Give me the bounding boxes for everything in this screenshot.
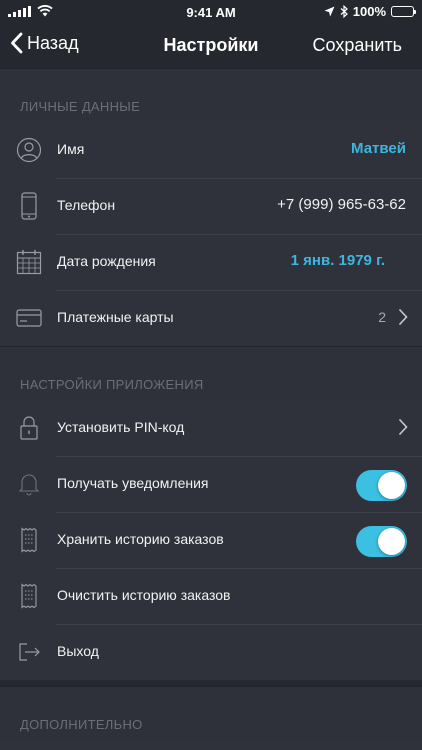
section-title-extra: ДОПОЛНИТЕЛЬНО [20, 717, 143, 732]
group-app: Установить PIN-код Получать уведомления [0, 400, 422, 680]
group-personal: Имя Матвей Телефон +7 (999) 965-63-62 Да… [0, 122, 422, 346]
battery-icon [391, 6, 416, 17]
phone-icon [15, 192, 43, 220]
row-logout[interactable]: Выход [0, 624, 422, 680]
keep-history-toggle[interactable] [356, 526, 407, 557]
row-notifications: Получать уведомления [0, 456, 422, 512]
user-icon [15, 136, 43, 164]
row-phone[interactable]: Телефон +7 (999) 965-63-62 [0, 178, 422, 234]
name-value: Матвей [351, 140, 406, 157]
section-header-personal: ЛИЧНЫЕ ДАННЫЕ [0, 68, 422, 122]
row-label-phone: Телефон [57, 197, 116, 213]
row-label-set-pin: Установить PIN-код [57, 419, 185, 435]
row-label-name: Имя [57, 141, 85, 157]
receipt-icon [15, 582, 43, 610]
bluetooth-icon [340, 5, 348, 18]
save-button[interactable]: Сохранить [313, 35, 402, 56]
notifications-toggle[interactable] [356, 470, 407, 501]
row-label-clear-history: Очистить историю заказов [57, 587, 231, 603]
status-right: 100% [324, 4, 416, 19]
row-name[interactable]: Имя Матвей [0, 122, 422, 178]
row-label-birthday: Дата рождения [57, 253, 156, 269]
bell-icon [15, 470, 43, 498]
card-icon [15, 304, 43, 332]
chevron-right-icon [398, 418, 408, 441]
back-label: Назад [27, 32, 79, 53]
chevron-right-icon [398, 308, 408, 331]
status-bar: 9:41 AM 100% [0, 0, 422, 24]
row-label-logout: Выход [57, 643, 99, 659]
birthday-value: 1 янв. 1979 г. [290, 252, 385, 269]
row-label-notifications: Получать уведомления [57, 475, 209, 491]
cards-count: 2 [378, 309, 386, 325]
row-label-keep-history: Хранить историю заказов [57, 531, 224, 547]
logout-icon [15, 638, 43, 666]
section-title-app: НАСТРОЙКИ ПРИЛОЖЕНИЯ [20, 377, 204, 392]
chevron-left-icon [11, 32, 23, 54]
section-title-personal: ЛИЧНЫЕ ДАННЫЕ [20, 99, 141, 114]
section-header-app: НАСТРОЙКИ ПРИЛОЖЕНИЯ [0, 346, 422, 400]
phone-value: +7 (999) 965-63-62 [277, 196, 406, 213]
extra-group-start [0, 740, 422, 750]
back-button[interactable]: Назад [10, 32, 79, 54]
row-birthday[interactable]: Дата рождения 1 янв. 1979 г. [0, 234, 422, 290]
row-keep-history: Хранить историю заказов [0, 512, 422, 568]
row-set-pin[interactable]: Установить PIN-код [0, 400, 422, 456]
calendar-icon [15, 248, 43, 276]
row-clear-history[interactable]: Очистить историю заказов [0, 568, 422, 624]
receipt-icon [15, 526, 43, 554]
battery-percent: 100% [352, 4, 386, 19]
row-payment-cards[interactable]: Платежные карты 2 [0, 290, 422, 346]
lock-icon [15, 414, 43, 442]
section-header-extra: ДОПОЛНИТЕЛЬНО [0, 686, 422, 740]
location-icon [324, 6, 335, 17]
nav-bar: Назад Настройки Сохранить [0, 24, 422, 68]
row-label-payment-cards: Платежные карты [57, 309, 174, 325]
